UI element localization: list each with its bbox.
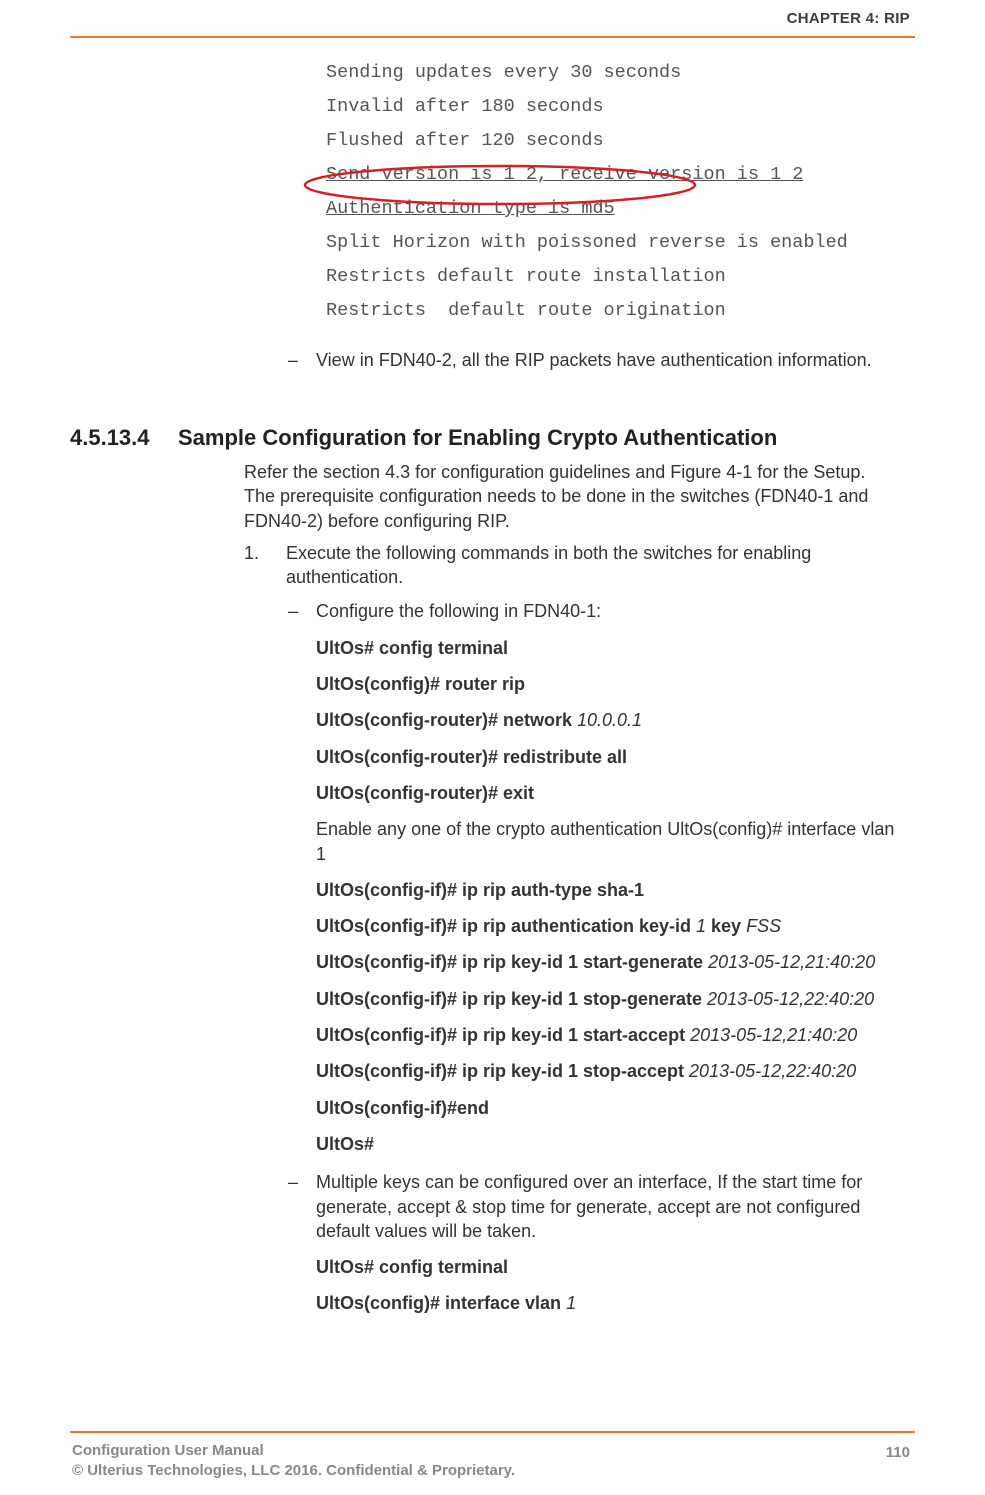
footer-rule bbox=[70, 1431, 915, 1433]
mono-line: Invalid after 180 seconds bbox=[326, 96, 604, 117]
mono-line: Restricts default route installation bbox=[326, 266, 726, 287]
footer-copyright: © Ulterius Technologies, LLC 2016. Confi… bbox=[72, 1462, 515, 1479]
page-number: 110 bbox=[886, 1444, 910, 1461]
step-number: 1. bbox=[244, 541, 259, 565]
chapter-header: CHAPTER 4: RIP bbox=[787, 10, 910, 27]
command-line: UltOs(config)# interface vlan 1 bbox=[244, 1291, 898, 1315]
command-line: UltOs# config terminal bbox=[244, 636, 898, 660]
section-heading: 4.5.13.4Sample Configuration for Enablin… bbox=[70, 425, 920, 451]
command-line: UltOs(config-if)#end bbox=[244, 1096, 898, 1120]
sub-bullet-text: Multiple keys can be configured over an … bbox=[316, 1172, 862, 1241]
mono-line: Restricts default route origination bbox=[326, 300, 726, 321]
heading-text: Sample Configuration for Enabling Crypto… bbox=[178, 425, 777, 450]
sub-bullet: Configure the following in FDN40-1: bbox=[244, 599, 898, 623]
command-line: UltOs(config-if)# ip rip authentication … bbox=[244, 914, 898, 938]
mono-line: Split Horizon with poissoned reverse is … bbox=[326, 232, 848, 253]
command-line: UltOs(config-router)# network 10.0.0.1 bbox=[244, 708, 898, 732]
command-line: UltOs# config terminal bbox=[244, 1255, 898, 1279]
command-line: UltOs(config-if)# ip rip key-id 1 stop-g… bbox=[244, 987, 898, 1011]
command-line: UltOs(config-router)# exit bbox=[244, 781, 898, 805]
step-text: Execute the following commands in both t… bbox=[286, 543, 811, 587]
mono-line: Sending updates every 30 seconds bbox=[326, 62, 681, 83]
command-line: UltOs(config)# router rip bbox=[244, 672, 898, 696]
mono-line-underlined: Send version is 1 2, receive version is … bbox=[326, 164, 803, 185]
mono-line-underlined: Authentication type is md5 bbox=[326, 198, 615, 219]
command-line: UltOs(config-router)# redistribute all bbox=[244, 745, 898, 769]
mono-line: Flushed after 120 seconds bbox=[326, 130, 604, 151]
sub-bullet-text: Configure the following in FDN40-1: bbox=[316, 601, 601, 621]
numbered-step: 1. Execute the following commands in bot… bbox=[244, 541, 898, 590]
sub-bullet: Multiple keys can be configured over an … bbox=[244, 1170, 898, 1243]
bullet-text: View in FDN40-2, all the RIP packets hav… bbox=[316, 350, 872, 370]
bullet-item: View in FDN40-2, all the RIP packets hav… bbox=[244, 348, 898, 372]
header-rule bbox=[70, 36, 915, 38]
terminal-output: Sending updates every 30 seconds Invalid… bbox=[326, 56, 848, 328]
note-line: Enable any one of the crypto authenticat… bbox=[244, 817, 898, 866]
command-line: UltOs(config-if)# ip rip auth-type sha-1 bbox=[244, 878, 898, 902]
footer-left: Configuration User Manual © Ulterius Tec… bbox=[72, 1441, 515, 1482]
command-line: UltOs(config-if)# ip rip key-id 1 start-… bbox=[244, 950, 898, 974]
footer-title: Configuration User Manual bbox=[72, 1442, 264, 1459]
paragraph: Refer the section 4.3 for configuration … bbox=[244, 460, 898, 533]
heading-number: 4.5.13.4 bbox=[70, 425, 178, 451]
command-line: UltOs(config-if)# ip rip key-id 1 start-… bbox=[244, 1023, 898, 1047]
command-line: UltOs# bbox=[244, 1132, 898, 1156]
command-line: UltOs(config-if)# ip rip key-id 1 stop-a… bbox=[244, 1059, 898, 1083]
